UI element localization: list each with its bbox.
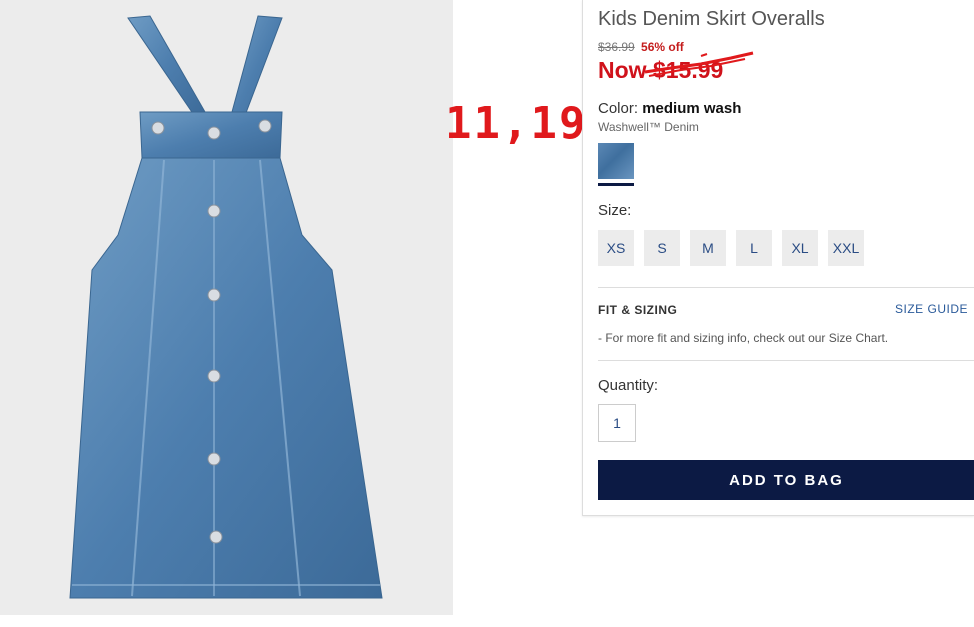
strike-scribble-icon bbox=[644, 51, 754, 77]
quantity-input[interactable]: 1 bbox=[598, 404, 636, 442]
original-price: $36.99 bbox=[598, 40, 635, 54]
quantity-label: Quantity: bbox=[598, 377, 659, 394]
size-label: Size: bbox=[598, 202, 632, 219]
divider bbox=[598, 360, 974, 361]
product-image[interactable] bbox=[0, 0, 453, 615]
size-option-s[interactable]: S bbox=[644, 230, 680, 266]
color-label: Color: medium wash bbox=[598, 100, 741, 117]
fit-sizing-heading[interactable]: FIT & SIZING bbox=[598, 303, 677, 317]
product-details-panel: Kids Denim Skirt Overalls $36.99 56% off… bbox=[582, 0, 974, 516]
size-option-xs[interactable]: XS bbox=[598, 230, 634, 266]
size-option-l[interactable]: L bbox=[736, 230, 772, 266]
add-to-bag-button[interactable]: ADD TO BAG bbox=[598, 460, 974, 500]
color-label-text: Color: bbox=[598, 100, 643, 117]
fit-info-text: - For more fit and sizing info, check ou… bbox=[598, 331, 889, 345]
fabric-name: Washwell™ Denim bbox=[598, 120, 699, 134]
product-title: Kids Denim Skirt Overalls bbox=[598, 8, 825, 30]
denim-overalls-illustration bbox=[69, 15, 383, 599]
color-value: medium wash bbox=[642, 100, 742, 117]
coordinate-annotation: 11,19 bbox=[445, 98, 588, 149]
size-option-xxl[interactable]: XXL bbox=[828, 230, 864, 266]
color-swatch-medium-wash[interactable] bbox=[598, 143, 634, 179]
swatch-selected-indicator bbox=[598, 183, 634, 186]
size-guide-link[interactable]: SIZE GUIDE bbox=[895, 302, 968, 316]
size-options: XS S M L XL XXL bbox=[598, 230, 864, 266]
size-option-m[interactable]: M bbox=[690, 230, 726, 266]
divider bbox=[598, 287, 974, 288]
size-option-xl[interactable]: XL bbox=[782, 230, 818, 266]
